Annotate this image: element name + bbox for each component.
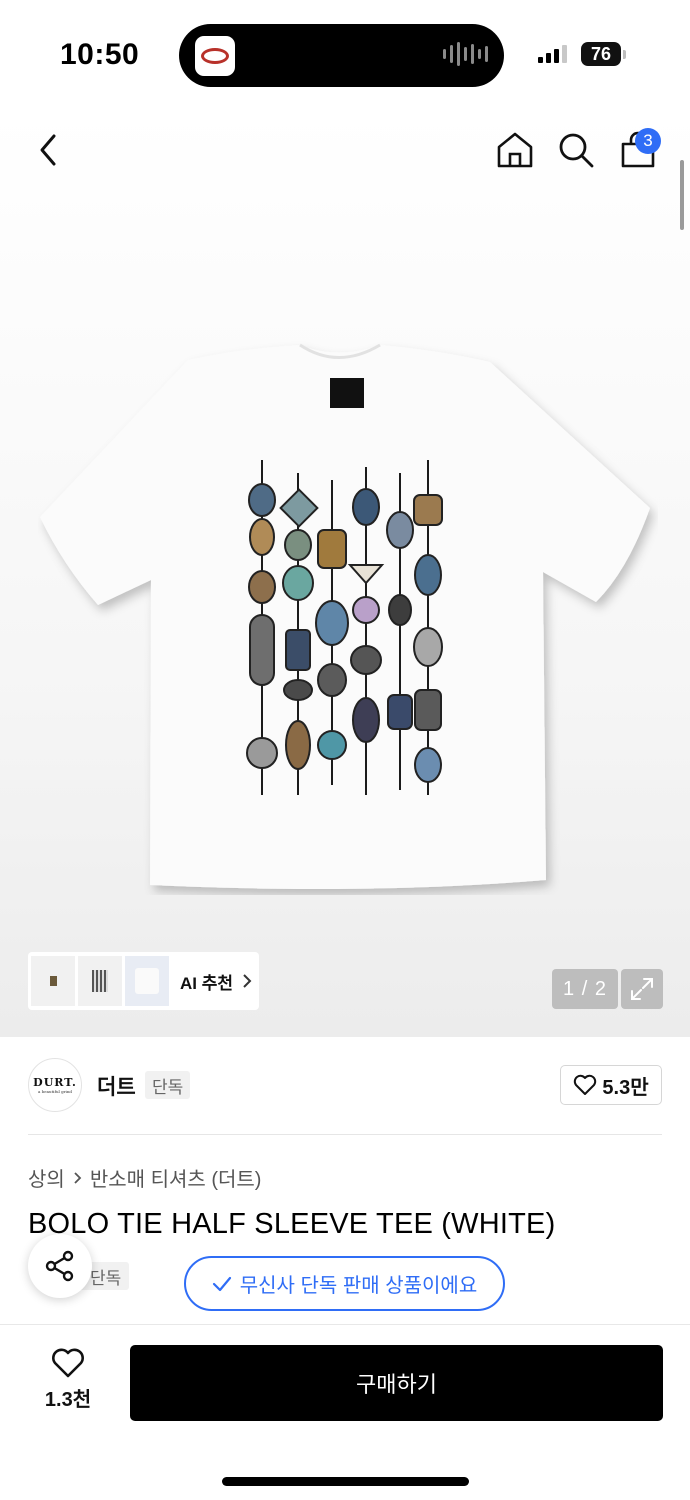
neck-label xyxy=(330,378,364,408)
brand-name[interactable]: 더트 xyxy=(97,1071,136,1101)
brand-like-count: 5.3만 xyxy=(602,1076,649,1099)
brand-like-button[interactable]: 5.3만 xyxy=(560,1065,662,1105)
audio-wave-icon xyxy=(443,42,488,66)
cart-count-badge: 3 xyxy=(635,128,661,154)
home-indicator xyxy=(222,1477,469,1486)
search-button[interactable] xyxy=(554,128,598,172)
battery-icon: 76 xyxy=(581,42,621,66)
image-page-indicator: 1 / 2 xyxy=(552,969,618,1009)
breadcrumb-subcategory[interactable]: 반소매 티셔츠 (더트) xyxy=(90,1163,262,1192)
heart-icon xyxy=(574,1074,597,1095)
product-title: BOLO TIE HALF SLEEVE TEE (WHITE) xyxy=(28,1208,556,1240)
share-icon xyxy=(45,1250,74,1282)
heart-icon xyxy=(52,1348,84,1378)
now-playing-app-icon xyxy=(195,36,235,76)
scroll-indicator xyxy=(680,160,684,230)
wishlist-button[interactable]: 1.3천 xyxy=(30,1347,106,1417)
chevron-right-icon xyxy=(243,974,252,988)
cellular-signal-icon xyxy=(538,45,567,63)
top-nav xyxy=(0,120,690,184)
back-icon xyxy=(40,134,56,166)
home-button[interactable] xyxy=(493,128,537,172)
brand-logo[interactable]: DURT. a beautiful grind xyxy=(28,1058,82,1112)
share-button[interactable] xyxy=(28,1234,92,1298)
wishlist-count: 1.3천 xyxy=(44,1389,92,1411)
expand-icon xyxy=(631,978,653,1000)
thumbnail-1[interactable] xyxy=(31,956,75,1006)
home-icon xyxy=(497,132,533,168)
musinsa-exclusive-notice[interactable]: 무신사 단독 판매 상품이에요 xyxy=(184,1256,505,1311)
divider xyxy=(28,1134,662,1135)
ai-recommend-label: AI 추천 xyxy=(180,973,234,993)
ai-recommend-strip[interactable]: AI 추천 xyxy=(28,952,259,1010)
back-button[interactable] xyxy=(26,128,70,172)
buy-button[interactable]: 구매하기 xyxy=(130,1345,663,1421)
dynamic-island xyxy=(179,24,504,87)
thumbnail-2[interactable] xyxy=(78,956,122,1006)
search-icon xyxy=(559,133,594,168)
battery-cap xyxy=(623,50,626,59)
bolo-tie-print xyxy=(246,460,443,795)
expand-image-button[interactable] xyxy=(621,969,663,1009)
brand-exclusive-badge: 단독 xyxy=(145,1071,191,1099)
chevron-right-icon xyxy=(74,1171,82,1184)
thumbnail-3[interactable] xyxy=(125,956,169,1006)
check-icon xyxy=(212,1276,231,1291)
breadcrumb: 상의 반소매 티셔츠 (더트) xyxy=(28,1163,261,1192)
breadcrumb-category[interactable]: 상의 xyxy=(28,1163,65,1192)
musinsa-notice-text: 무신사 단독 판매 상품이에요 xyxy=(239,1275,478,1297)
status-time: 10:50 xyxy=(60,38,140,71)
status-bar: 10:50 76 xyxy=(0,0,690,110)
